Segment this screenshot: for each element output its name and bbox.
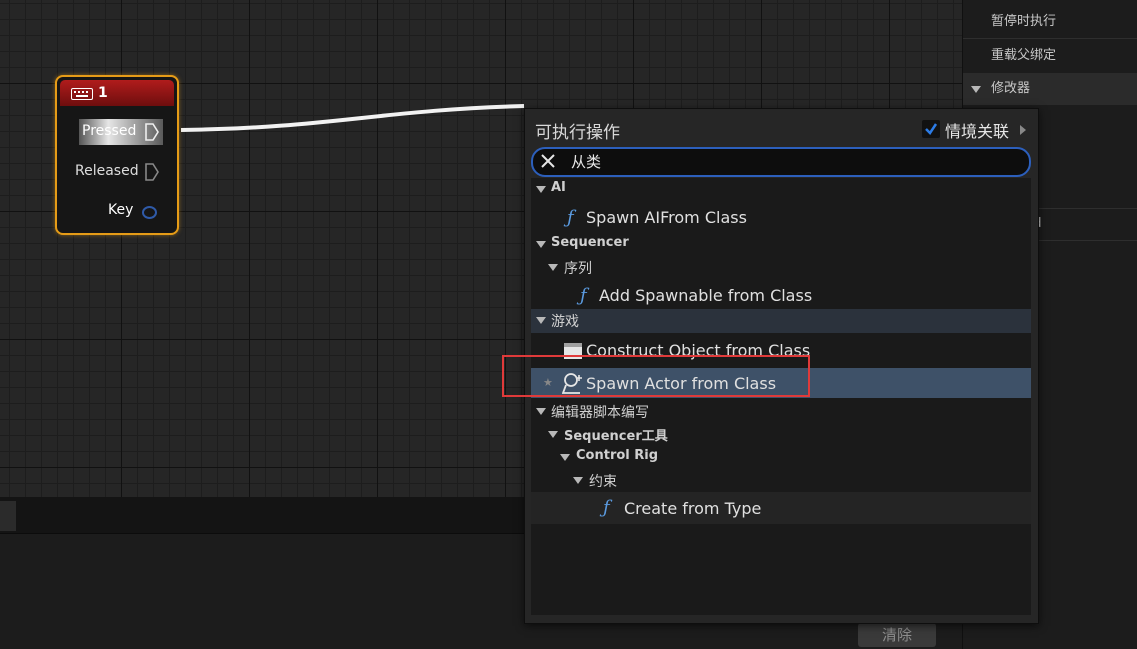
released-pin-label: Released	[75, 163, 139, 179]
divider	[963, 38, 1137, 39]
annotation-highlight-box	[502, 355, 810, 397]
search-input[interactable]	[571, 150, 1011, 172]
function-icon: ƒ	[603, 497, 610, 518]
details-row-reload-parent[interactable]: 重载父绑定	[963, 40, 1137, 72]
category-editor-scripting[interactable]: 编辑器脚本编写	[531, 400, 1031, 422]
category-game[interactable]: 游戏	[531, 309, 1031, 333]
released-exec-pin-icon[interactable]	[145, 163, 159, 181]
function-icon: ƒ	[567, 207, 574, 228]
node-header: 1	[60, 80, 174, 106]
category-ai[interactable]: AI	[531, 178, 1031, 200]
search-box[interactable]	[531, 147, 1031, 177]
category-sequencer-tools[interactable]: Sequencer工具	[531, 423, 1031, 445]
checkmark-icon	[925, 123, 938, 135]
chevron-right-icon[interactable]	[1020, 125, 1026, 135]
chevron-down-icon	[536, 317, 546, 324]
close-icon[interactable]	[540, 153, 556, 169]
details-section-modifiers[interactable]: 修改器	[963, 73, 1137, 105]
chevron-down-icon	[536, 241, 546, 248]
action-add-spawnable-from-class[interactable]: ƒ Add Spawnable from Class	[531, 284, 1031, 306]
action-create-from-type[interactable]: ƒ Create from Type	[531, 492, 1031, 524]
action-spawn-ai-from-class[interactable]: ƒ Spawn AIFrom Class	[531, 206, 1031, 228]
keyboard-icon	[71, 88, 93, 100]
details-row-pause-exec[interactable]: 暂停时执行	[963, 6, 1137, 38]
chevron-down-icon	[536, 408, 546, 415]
input-key-node[interactable]: 1 Pressed Released Key	[55, 75, 179, 235]
bottom-tab[interactable]	[0, 501, 16, 531]
category-sequencer[interactable]: Sequencer	[531, 233, 1031, 255]
chevron-down-icon	[536, 186, 546, 193]
key-pin-icon[interactable]	[142, 206, 157, 219]
chevron-down-icon	[573, 477, 583, 484]
node-title: 1	[98, 85, 108, 101]
function-icon: ƒ	[580, 285, 587, 306]
chevron-down-icon	[548, 431, 558, 438]
category-constraints[interactable]: 约束	[531, 469, 1031, 491]
pressed-exec-pin-icon[interactable]	[145, 123, 159, 141]
context-sensitive-label: 情境关联	[945, 122, 1010, 141]
pressed-pin-label: Pressed	[82, 123, 137, 139]
category-sequence[interactable]: 序列	[531, 256, 1031, 278]
key-pin-label: Key	[108, 202, 134, 218]
clear-button[interactable]: 清除	[858, 623, 936, 647]
menu-title: 可执行操作	[535, 123, 620, 143]
chevron-down-icon	[560, 454, 570, 461]
category-control-rig[interactable]: Control Rig	[531, 446, 1031, 468]
chevron-down-icon	[548, 264, 558, 271]
chevron-down-icon	[971, 86, 981, 93]
context-sensitive-checkbox[interactable]	[922, 120, 940, 138]
